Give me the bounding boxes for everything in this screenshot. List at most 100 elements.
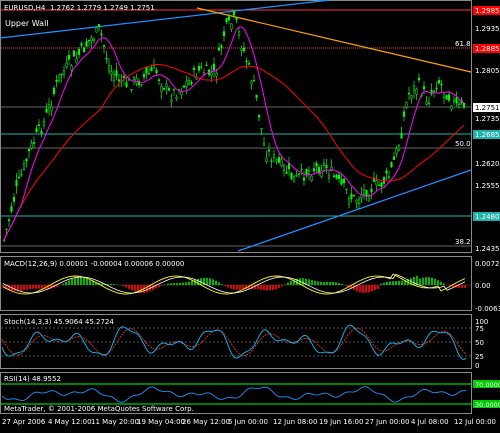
price-label-2: 1.2935 — [475, 25, 500, 33]
macd-histogram-bar — [41, 285, 43, 289]
macd-histogram-bar — [332, 282, 334, 285]
candle-body — [403, 112, 405, 117]
macd-histogram-bar — [167, 284, 169, 285]
candle-body — [141, 85, 143, 86]
candle-body — [61, 74, 63, 75]
candle-body — [253, 80, 255, 81]
macd-histogram-bar — [278, 285, 280, 288]
candle-body — [391, 162, 393, 167]
candle-body — [263, 143, 265, 145]
rsi-axis-30: 30.0000 — [475, 401, 500, 409]
candle-body — [458, 104, 460, 105]
candle-body — [86, 41, 88, 46]
candle-body — [328, 175, 330, 178]
candle-body — [83, 48, 85, 52]
candle-body — [113, 75, 115, 81]
fib-label-38: 38.2 — [455, 238, 471, 246]
candle-body — [233, 11, 235, 15]
candle-body — [438, 80, 440, 83]
candle-body — [223, 32, 225, 36]
macd-histogram-bar — [206, 278, 208, 285]
time-label-10: 4 Jul 08:00 — [411, 418, 449, 426]
candle-body — [96, 28, 98, 33]
candle-body — [213, 64, 215, 70]
rsi-label: RSI(14) 48.9552 — [4, 375, 61, 383]
ma-fast-line — [4, 27, 464, 240]
candle-body — [296, 175, 298, 176]
candle-body — [218, 48, 220, 50]
macd-histogram-bar — [191, 281, 193, 285]
candle-body — [443, 92, 445, 97]
candle-body — [11, 206, 13, 211]
candle-body — [163, 88, 165, 89]
trend-lines — [0, 0, 471, 251]
macd-histogram-bar — [32, 285, 34, 289]
candle-body — [216, 73, 218, 76]
time-label-2: 4 May 12:00 — [48, 418, 92, 426]
candle-body — [453, 100, 455, 101]
macd-histogram-bar — [68, 280, 70, 285]
candle-body — [226, 19, 228, 22]
candle-body — [243, 48, 245, 51]
candle-body — [301, 169, 303, 170]
candle-body — [428, 103, 430, 104]
candle-body — [341, 180, 343, 185]
macd-histogram-bar — [413, 277, 415, 285]
candle-body — [276, 159, 278, 161]
candle-body — [131, 89, 133, 90]
candle-body — [311, 176, 313, 181]
support-trendline — [238, 170, 471, 251]
macd-histogram-bar — [422, 278, 424, 285]
macd-histogram-bar — [158, 285, 160, 287]
macd-histogram-bar — [221, 284, 223, 285]
candle-body — [358, 199, 360, 203]
macd-histogram-bar — [86, 279, 88, 285]
macd-histogram-bar — [398, 281, 400, 285]
macd-histogram-bar — [257, 285, 259, 289]
candle-body — [293, 176, 295, 182]
candle-body — [28, 149, 30, 151]
macd-histogram-bar — [425, 277, 427, 285]
macd-histogram-bar — [101, 283, 103, 285]
candle-body — [133, 78, 135, 80]
macd-histogram-bar — [335, 282, 337, 285]
candle-body — [88, 40, 90, 41]
symbol-label: EURUSD,H4 — [4, 4, 46, 12]
candle-body — [316, 163, 318, 166]
candle-body — [53, 88, 55, 94]
stoch-axis-50: 50 — [475, 339, 484, 347]
macd-histogram-bar — [329, 282, 331, 285]
macd-histogram-bar — [419, 279, 421, 285]
macd-histogram-bar — [434, 279, 436, 285]
stoch-levels — [1, 328, 471, 356]
candle-body — [151, 68, 153, 71]
macd-histogram-bar — [161, 285, 163, 286]
candle-body — [281, 160, 283, 166]
candle-body — [101, 34, 103, 35]
macd-histogram-bar — [401, 281, 403, 285]
macd-histogram-bar — [179, 283, 181, 285]
candle-body — [286, 172, 288, 173]
macd-histogram-bar — [23, 285, 25, 290]
candle-body — [353, 195, 355, 196]
panel-borders — [1, 1, 472, 414]
candle-body — [146, 68, 148, 74]
macd-histogram-bar — [269, 285, 271, 290]
candle-body — [303, 178, 305, 180]
macd-histogram-bar — [290, 281, 292, 285]
candle-body — [191, 82, 193, 84]
macd-histogram-bar — [20, 285, 22, 291]
time-label-6: 5 Jun 00:00 — [228, 418, 268, 426]
macd-histogram-bar — [74, 278, 76, 285]
macd-histogram-bar — [275, 285, 277, 289]
chart-canvas[interactable]: EURUSD,H4 1.2762 1.2779 1.2749 1.2751 Up… — [0, 0, 500, 429]
candle-body — [148, 73, 150, 74]
candle-body — [448, 95, 450, 101]
candle-body — [116, 71, 118, 76]
macd-histogram-bar — [308, 279, 310, 285]
candle-body — [283, 165, 285, 170]
macd-histogram-bar — [71, 279, 73, 285]
candle-body — [71, 66, 73, 70]
price-label-8: 1.2620 — [475, 160, 500, 168]
candle-body — [13, 197, 15, 201]
